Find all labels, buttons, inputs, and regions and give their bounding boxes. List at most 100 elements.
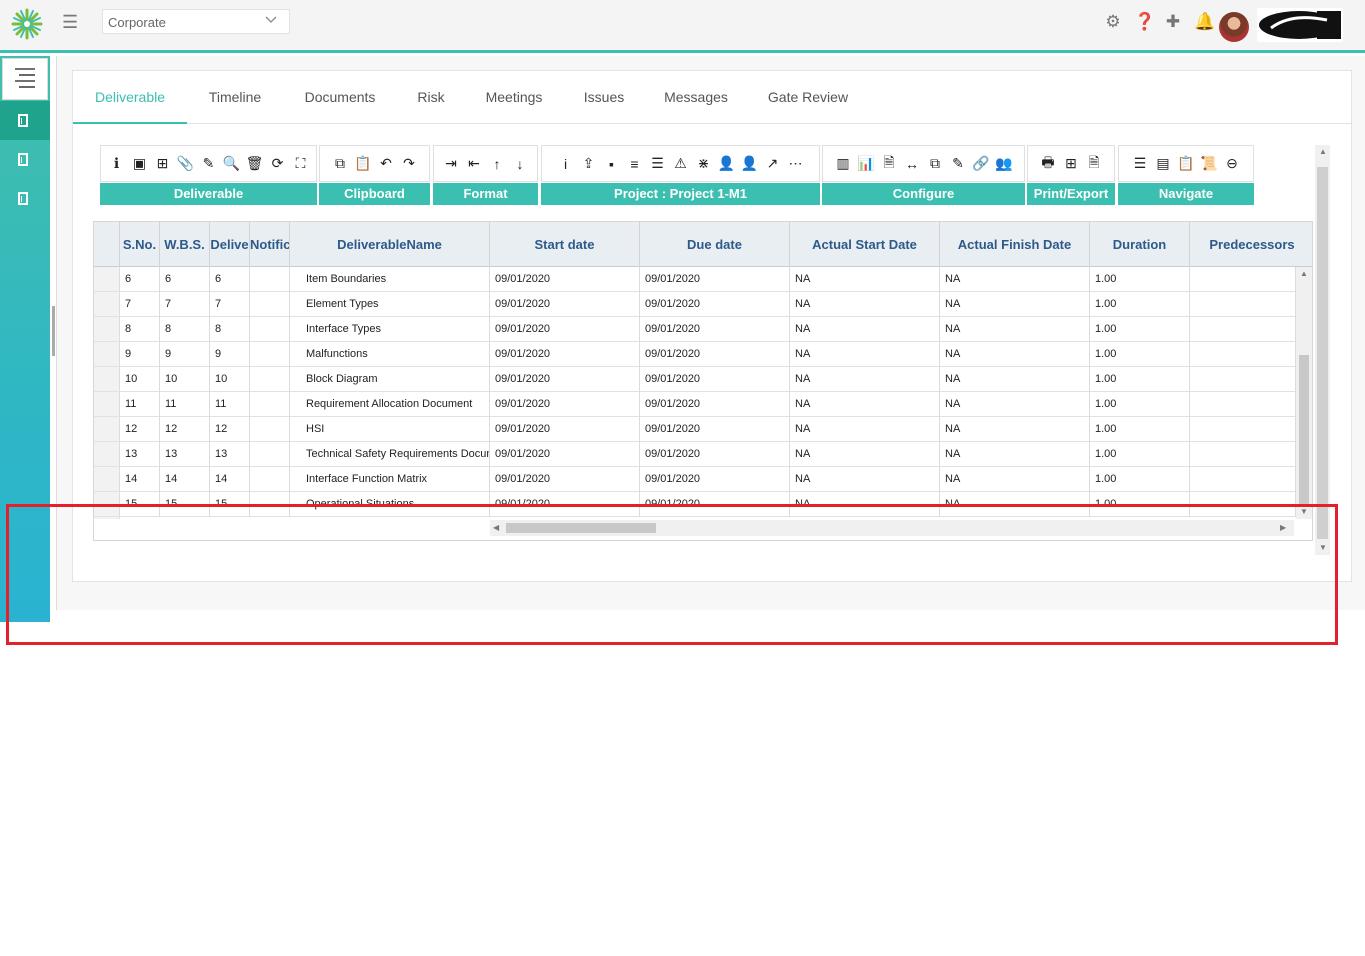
table-row[interactable]: 9 9 9 Malfunctions 09/01/2020 09/01/2020 NA NA 1…: [94, 342, 1296, 367]
cell-deliverable-name[interactable]: HSI: [290, 417, 490, 442]
org-select[interactable]: Corporate: [102, 9, 290, 34]
col-header-deliverable-name[interactable]: DeliverableName: [290, 222, 490, 267]
users-icon[interactable]: 👥: [995, 155, 1014, 172]
tab-timeline[interactable]: Timeline: [195, 71, 275, 124]
cell-duration[interactable]: 1.00: [1090, 442, 1190, 467]
cell-deliverable-name[interactable]: Item Boundaries: [290, 267, 490, 292]
cell-start-date[interactable]: 09/01/2020: [490, 317, 640, 342]
cell-deliverable-id[interactable]: 14: [210, 467, 250, 492]
table-row[interactable]: 11 11 11 Requirement Allocation Document 09/…: [94, 392, 1296, 417]
user-settings-icon[interactable]: 👤: [717, 155, 736, 172]
cell-actual-finish-date[interactable]: NA: [940, 317, 1090, 342]
cell-deliverable-id[interactable]: 8: [210, 317, 250, 342]
clipboard-icon[interactable]: 📋: [1177, 155, 1196, 172]
redo-icon[interactable]: ↷: [400, 155, 419, 172]
undo-icon[interactable]: ↶: [377, 155, 396, 172]
cell-duration[interactable]: 1.00: [1090, 417, 1190, 442]
sidebar-item-building-1[interactable]: [0, 101, 50, 140]
cell-start-date[interactable]: 09/01/2020: [490, 467, 640, 492]
cell-wbs[interactable]: 8: [160, 317, 210, 342]
chart-icon[interactable]: 📊: [857, 155, 876, 172]
cell-predecessors[interactable]: [1190, 467, 1296, 492]
rows-icon[interactable]: ▤: [1154, 155, 1173, 172]
cell-actual-start-date[interactable]: NA: [790, 267, 940, 292]
cell-due-date[interactable]: 09/01/2020: [640, 417, 790, 442]
share-icon[interactable]: ↗: [763, 155, 782, 172]
cell-wbs[interactable]: 11: [160, 392, 210, 417]
cell-actual-start-date[interactable]: NA: [790, 367, 940, 392]
info-icon[interactable]: ℹ: [107, 155, 126, 172]
cell-due-date[interactable]: 09/01/2020: [640, 317, 790, 342]
cell-due-date[interactable]: 09/01/2020: [640, 267, 790, 292]
cell-predecessors[interactable]: [1190, 292, 1296, 317]
cell-duration[interactable]: 1.00: [1090, 467, 1190, 492]
cell-actual-finish-date[interactable]: NA: [940, 392, 1090, 417]
table-row[interactable]: 7 7 7 Element Types 09/01/2020 09/01/2020 NA NA…: [94, 292, 1296, 317]
cell-sno[interactable]: 10: [120, 367, 160, 392]
cell-predecessors[interactable]: [1190, 317, 1296, 342]
attach-icon[interactable]: 📎: [176, 155, 195, 172]
cell-start-date[interactable]: 09/01/2020: [490, 342, 640, 367]
cell-duration[interactable]: 1.00: [1090, 292, 1190, 317]
panel-vertical-scrollbar[interactable]: ▲ ▼: [1315, 145, 1330, 555]
checklist-icon[interactable]: ☰: [648, 155, 667, 172]
cell-due-date[interactable]: 09/01/2020: [640, 442, 790, 467]
scroll-up-arrow-icon[interactable]: ▲: [1300, 269, 1308, 278]
cell-sno[interactable]: 12: [120, 417, 160, 442]
settings-icon[interactable]: ⚙: [1104, 12, 1122, 32]
cell-notification[interactable]: [250, 417, 290, 442]
col-header-predecessors[interactable]: Predecessors: [1190, 222, 1312, 267]
table-row[interactable]: 14 14 14 Interface Function Matrix 09/01/202…: [94, 467, 1296, 492]
cell-wbs[interactable]: 9: [160, 342, 210, 367]
back-icon[interactable]: ⊖: [1223, 155, 1242, 172]
search-icon[interactable]: 🔍: [222, 155, 241, 172]
table-row[interactable]: 10 10 10 Block Diagram 09/01/2020 09/01/2020 N…: [94, 367, 1296, 392]
cell-deliverable-name[interactable]: Block Diagram: [290, 367, 490, 392]
cell-actual-finish-date[interactable]: NA: [940, 342, 1090, 367]
cell-wbs[interactable]: 10: [160, 367, 210, 392]
cell-notification[interactable]: [250, 442, 290, 467]
cell-deliverable-id[interactable]: 11: [210, 392, 250, 417]
add-icon[interactable]: ✚: [1164, 12, 1182, 32]
table-row[interactable]: 8 8 8 Interface Types 09/01/2020 09/01/2020 NA…: [94, 317, 1296, 342]
app-logo-icon[interactable]: [10, 7, 44, 41]
cell-deliverable-id[interactable]: 6: [210, 267, 250, 292]
cell-notification[interactable]: [250, 267, 290, 292]
tab-messages[interactable]: Messages: [653, 71, 739, 124]
cell-actual-finish-date[interactable]: NA: [940, 267, 1090, 292]
save-icon[interactable]: ▣: [130, 155, 149, 172]
tab-deliverable[interactable]: Deliverable: [73, 71, 187, 124]
cell-due-date[interactable]: 09/01/2020: [640, 367, 790, 392]
indent-icon[interactable]: ⇥: [442, 155, 461, 172]
cell-actual-start-date[interactable]: NA: [790, 317, 940, 342]
save-icon[interactable]: ▪: [602, 156, 621, 172]
table-icon[interactable]: ⊞: [1062, 155, 1081, 172]
cell-start-date[interactable]: 09/01/2020: [490, 417, 640, 442]
cell-duration[interactable]: 1.00: [1090, 367, 1190, 392]
more-icon[interactable]: ⋯: [786, 155, 805, 172]
network-icon[interactable]: ⋇: [694, 155, 713, 172]
cell-notification[interactable]: [250, 392, 290, 417]
cell-actual-start-date[interactable]: NA: [790, 417, 940, 442]
cell-sno[interactable]: 7: [120, 292, 160, 317]
cell-actual-finish-date[interactable]: NA: [940, 292, 1090, 317]
sidebar-menu-button[interactable]: [2, 58, 48, 100]
col-header-deliverable-id[interactable]: Delive: [210, 222, 250, 267]
link-icon[interactable]: 🔗: [972, 155, 991, 172]
cell-notification[interactable]: [250, 292, 290, 317]
cell-deliverable-id[interactable]: 9: [210, 342, 250, 367]
cell-start-date[interactable]: 09/01/2020: [490, 442, 640, 467]
cell-predecessors[interactable]: [1190, 392, 1296, 417]
tab-meetings[interactable]: Meetings: [473, 71, 555, 124]
cell-actual-start-date[interactable]: NA: [790, 292, 940, 317]
cell-predecessors[interactable]: [1190, 417, 1296, 442]
help-icon[interactable]: ❓: [1134, 12, 1155, 32]
col-header-wbs[interactable]: W.B.S.: [160, 222, 210, 267]
cell-actual-finish-date[interactable]: NA: [940, 367, 1090, 392]
scroll-up-arrow-icon[interactable]: ▲: [1319, 147, 1327, 156]
col-header-start-date[interactable]: Start date: [490, 222, 640, 267]
resize-icon[interactable]: ↔: [903, 156, 922, 172]
grid-vertical-scrollbar[interactable]: ▲ ▼: [1296, 267, 1312, 519]
cell-predecessors[interactable]: [1190, 342, 1296, 367]
scroll-icon[interactable]: 📜: [1200, 155, 1219, 172]
